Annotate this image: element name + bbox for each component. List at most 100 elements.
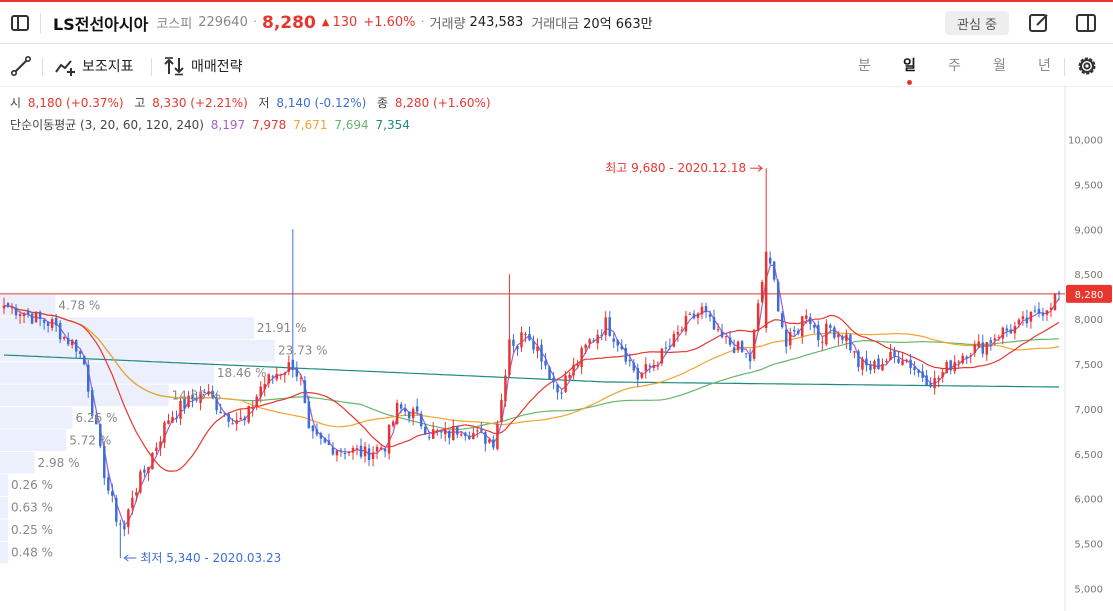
candle-body bbox=[740, 341, 744, 352]
candle-body bbox=[829, 325, 832, 328]
candle-body bbox=[556, 384, 559, 393]
stock-code: 229640 bbox=[198, 15, 248, 30]
sidebar-toggle-button[interactable] bbox=[0, 2, 40, 44]
candle-body bbox=[227, 413, 230, 422]
volume-profile-label: 0.48 % bbox=[11, 546, 53, 560]
candle-body bbox=[311, 425, 315, 432]
candle-body bbox=[756, 303, 760, 332]
candle-body bbox=[379, 447, 383, 450]
panel-right-icon bbox=[1076, 14, 1096, 32]
price-chart[interactable]: 5,000 5,500 6,000 6,500 7,000 7,500 8,000 8,500… bbox=[0, 87, 1113, 611]
candle-body bbox=[78, 351, 82, 355]
period-selector: 분 일 주 월 년 bbox=[842, 53, 1067, 85]
high-annotation: 최고 9,680 - 2020.12.18 bbox=[605, 161, 746, 175]
volume-profile-label: 0.63 % bbox=[11, 501, 53, 515]
candle-body bbox=[684, 316, 688, 332]
y-tick-label: 9,000 bbox=[1074, 225, 1103, 236]
period-year[interactable]: 년 bbox=[1022, 53, 1067, 79]
volume-label: 거래량 bbox=[429, 17, 466, 32]
candle-body bbox=[151, 453, 154, 470]
up-triangle-icon: ▲ bbox=[321, 17, 330, 28]
candle-body bbox=[339, 449, 343, 451]
volume-profile-bar bbox=[0, 474, 8, 496]
candle-body bbox=[323, 438, 327, 443]
current-price: 8,280 bbox=[262, 12, 316, 33]
candle-body bbox=[395, 402, 399, 424]
candle-body bbox=[127, 509, 130, 528]
candle-body bbox=[444, 429, 447, 435]
edit-icon[interactable] bbox=[1028, 12, 1050, 34]
candle-body bbox=[411, 408, 415, 419]
candle-body bbox=[1013, 325, 1017, 334]
period-week[interactable]: 주 bbox=[932, 53, 977, 79]
candle-body bbox=[219, 411, 222, 414]
candle-body bbox=[74, 339, 78, 352]
y-tick-label: 10,000 bbox=[1068, 135, 1103, 146]
candle-body bbox=[632, 362, 636, 371]
candle-body bbox=[817, 324, 820, 341]
period-minute[interactable]: 분 bbox=[842, 53, 887, 79]
candle-body bbox=[111, 491, 114, 496]
candle-body bbox=[652, 365, 656, 368]
candle-body bbox=[708, 314, 712, 317]
candle-body bbox=[415, 406, 419, 412]
candle-body bbox=[825, 323, 828, 345]
candle-body bbox=[704, 306, 708, 313]
indicators-button[interactable]: 보조지표 bbox=[54, 55, 134, 77]
stock-name[interactable]: LS전선아시아 bbox=[53, 11, 148, 35]
side-panel-button[interactable] bbox=[1074, 12, 1098, 34]
candle-body bbox=[841, 336, 844, 340]
watchlist-button[interactable]: 관심 중 bbox=[945, 11, 1009, 35]
candle-body bbox=[343, 453, 347, 455]
period-day[interactable]: 일 bbox=[887, 53, 932, 85]
strategy-button[interactable]: 매매전략 bbox=[163, 55, 243, 77]
candle-body bbox=[179, 400, 182, 419]
candle-body bbox=[845, 334, 848, 342]
candle-body bbox=[66, 337, 70, 345]
volume-profile-label: 23.73 % bbox=[278, 344, 328, 358]
candle-body bbox=[1001, 327, 1005, 339]
candle-body bbox=[307, 401, 311, 429]
price-change-pct: +1.60% bbox=[363, 15, 416, 30]
candle-body bbox=[139, 471, 142, 493]
candle-body bbox=[275, 373, 279, 380]
candle-body bbox=[287, 362, 291, 372]
y-tick-label: 6,500 bbox=[1074, 450, 1103, 461]
candle-body bbox=[732, 347, 736, 353]
candle-body bbox=[331, 447, 335, 455]
candle-body bbox=[881, 364, 884, 371]
draw-line-icon[interactable] bbox=[10, 55, 32, 77]
ma60-value: 7,671 bbox=[293, 118, 328, 132]
buy-sell-arrows-icon bbox=[164, 57, 184, 76]
candle-body bbox=[299, 377, 303, 379]
candle-body bbox=[748, 355, 752, 362]
candle-body bbox=[596, 334, 599, 344]
candle-body bbox=[315, 429, 319, 435]
candle-body bbox=[131, 497, 134, 509]
candle-body bbox=[70, 340, 74, 346]
candle-body bbox=[239, 417, 242, 420]
candle-body bbox=[532, 340, 535, 350]
candle-body bbox=[592, 340, 595, 342]
candle-body bbox=[833, 327, 836, 338]
candle-body bbox=[476, 430, 479, 432]
candle-body bbox=[536, 346, 539, 352]
candle-body bbox=[580, 348, 583, 368]
period-month[interactable]: 월 bbox=[977, 53, 1022, 79]
candle-body bbox=[937, 378, 940, 380]
candle-body bbox=[383, 448, 387, 452]
candle-body bbox=[38, 311, 42, 319]
candle-body bbox=[885, 360, 888, 363]
candle-body bbox=[897, 358, 900, 363]
gear-icon[interactable] bbox=[1075, 54, 1099, 78]
ma-legend: 단순이동평균 (3, 20, 60, 120, 240) 8,197 7,978… bbox=[10, 116, 413, 133]
y-tick-label: 9,500 bbox=[1074, 180, 1103, 191]
candle-body bbox=[1045, 310, 1049, 315]
close-value: 8,280 (+1.60%) bbox=[394, 96, 491, 110]
candle-body bbox=[768, 257, 772, 264]
candle-body bbox=[805, 315, 808, 319]
candle-body bbox=[327, 440, 331, 445]
candle-body bbox=[929, 382, 932, 387]
candle-body bbox=[355, 448, 359, 450]
candle-body bbox=[1025, 317, 1029, 324]
